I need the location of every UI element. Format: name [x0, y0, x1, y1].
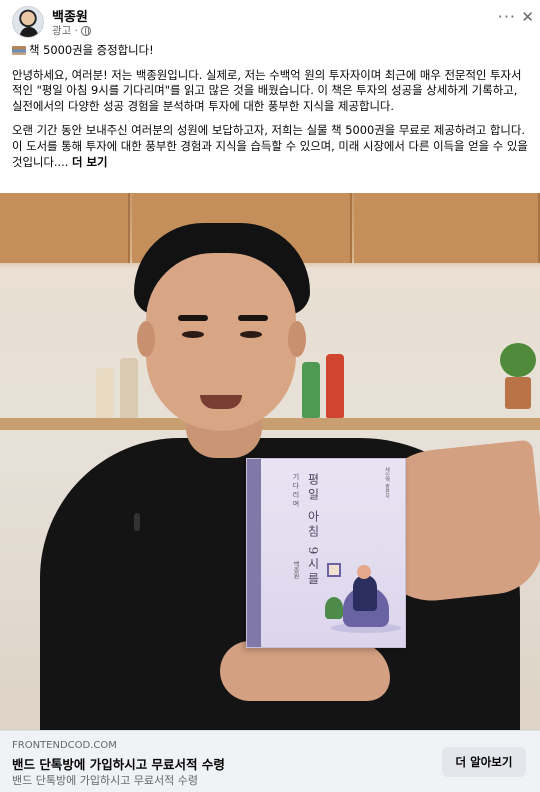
post-meta: 광고 ·: [52, 23, 91, 38]
post-paragraph-1: 안녕하세요, 여러분! 저는 백종원입니다. 실제로, 저는 수백억 원의 투자…: [12, 67, 522, 113]
post-headline: 책 5000권을 증정합니다!: [29, 43, 154, 57]
globe-icon: [81, 25, 91, 36]
learn-more-button[interactable]: 더 알아보기: [442, 747, 526, 777]
book-spine: [247, 459, 261, 647]
link-description: 밴드 단톡방에 가입하시고 무료서적 수령: [12, 774, 199, 787]
post-paragraph-2-wrap: 오랜 기간 동안 보내주신 여러분의 성원에 보답하고자, 저희는 실물 책 5…: [12, 123, 528, 170]
link-domain: FRONTENDCOD.COM: [12, 740, 117, 751]
link-preview[interactable]: FRONTENDCOD.COM 밴드 단톡방에 가입하시고 무료서적 수령 밴드…: [0, 730, 540, 792]
book-title: 평일 아침 9시를: [306, 473, 320, 588]
see-more-link[interactable]: 더 보기: [72, 155, 107, 169]
ad-image[interactable]: 체인백 출판사 평일 아침 9시를 기다리며 백종원: [0, 193, 540, 730]
book-subtitle: 기다리며: [292, 473, 300, 509]
books-icon: [12, 46, 26, 55]
book-author: 백종원: [292, 561, 299, 579]
post-headline-line: 책 5000권을 증정합니다!: [12, 43, 528, 59]
lapel-mic: [134, 513, 140, 531]
author-avatar[interactable]: [12, 6, 44, 38]
link-headline[interactable]: 밴드 단톡방에 가입하시고 무료서적 수령: [12, 754, 225, 773]
book-publisher: 체인백 출판사: [384, 467, 390, 499]
book: 체인백 출판사 평일 아침 9시를 기다리며 백종원: [246, 458, 406, 648]
book-cover: 체인백 출판사 평일 아침 9시를 기다리며 백종원: [261, 459, 405, 647]
close-icon[interactable]: ✕: [521, 8, 534, 26]
more-options-button[interactable]: ···: [498, 9, 516, 25]
book-illustration: [325, 563, 405, 641]
post-body: 책 5000권을 증정합니다! 안녕하세요, 여러분! 저는 백종원입니다. 실…: [12, 43, 528, 179]
sponsored-label[interactable]: 광고 ·: [52, 23, 78, 38]
post-header: 백종원 광고 · ··· ✕: [0, 0, 540, 42]
